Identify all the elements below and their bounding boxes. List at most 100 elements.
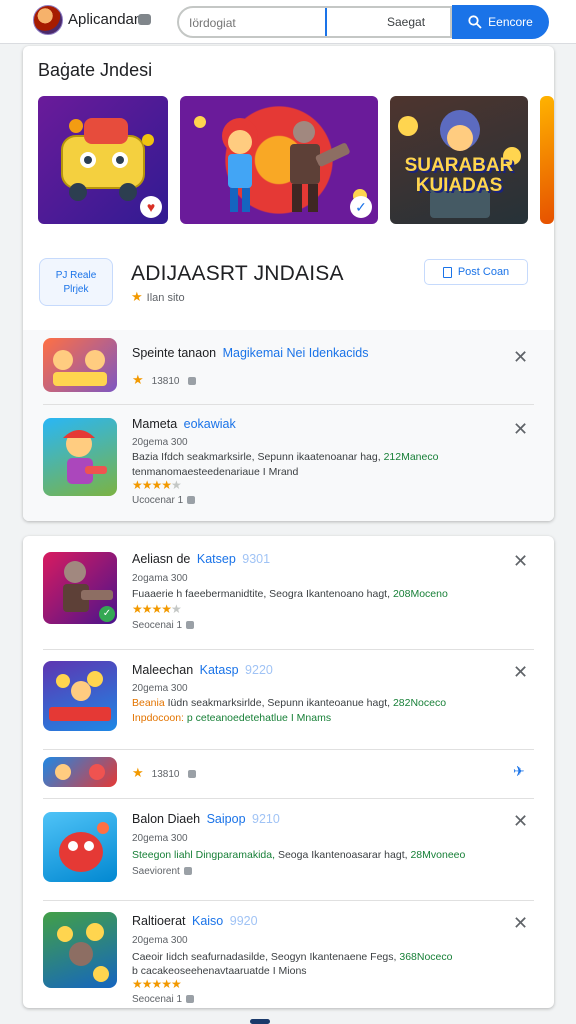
item-desc-highlight: 282Noceco <box>392 697 447 709</box>
pin-icon[interactable]: ✈ <box>513 763 525 780</box>
chat-icon[interactable] <box>138 14 151 25</box>
item-description-line2: b cacakeoseehenavtaaruatde I Mions <box>132 965 307 977</box>
carousel-thumb-3[interactable]: SUARABAR KUIADAS <box>390 96 528 224</box>
game-art-heroes <box>194 116 367 212</box>
item-description-line2: Inpdocoon: p ceteanoedetehatlue I Mnams <box>132 712 331 724</box>
tag-icon <box>183 867 192 876</box>
item-subtitle[interactable]: Magikemai Nei Idenkacids <box>223 346 369 360</box>
item-desc-highlight: 208Moceno <box>392 588 448 600</box>
item-desc-text: Iüdn seakmarksirlde, Sepunn ikanteoanue … <box>167 697 391 709</box>
item-name: Aeliasn de <box>132 552 191 566</box>
close-icon[interactable]: ✕ <box>513 420 528 438</box>
item-meta: Ucocenar 1 <box>132 495 196 506</box>
app-title: Aplicandan <box>68 11 143 28</box>
item-description: Beania Iüdn seakmarksirlde, Sepunn ikant… <box>132 697 446 709</box>
item-subtitle[interactable]: eokawiak <box>184 417 236 431</box>
section-title: Baġate Jndesi <box>38 60 153 80</box>
hero-rating: ★ Ilan sito <box>131 289 185 305</box>
star-icon: ★ <box>132 372 144 387</box>
item-caption: 20gema 300 <box>132 437 188 448</box>
star-rating: ★★★★★ <box>132 977 182 991</box>
tag-icon <box>186 621 195 630</box>
list-item[interactable]: Balon Diaeh Saipop 9210 20gema 300 Steeg… <box>23 798 554 900</box>
item-subtitle[interactable]: Kaiso <box>192 914 223 928</box>
document-icon <box>442 266 452 278</box>
search-bar[interactable]: Saegat <box>177 6 452 38</box>
item-name: Balon Diaeh <box>132 812 201 826</box>
featured-carousel[interactable]: ♥ ✓ SUARABAR KUIADAS <box>38 96 554 224</box>
item-extra: 9920 <box>229 914 258 928</box>
close-icon[interactable]: ✕ <box>513 663 528 681</box>
item-extra: 9220 <box>245 663 273 677</box>
item-name: Raltioerat <box>132 914 186 928</box>
search-button[interactable]: Eencore <box>452 5 549 39</box>
item-desc-label: Beania <box>132 697 165 709</box>
search-input[interactable] <box>189 14 319 32</box>
promo-label-line1: PJ Reale <box>55 270 97 281</box>
item-meta: Saeviorent <box>132 866 192 877</box>
item-subtitle[interactable]: Katasp <box>200 663 239 677</box>
featured-card: Baġate Jndesi ♥ ✓ SUARABAR KUIADAS PJ Re… <box>23 46 554 521</box>
camera-icon <box>188 770 197 779</box>
list-item[interactable]: ✓ Aeliasn de Katsep 9301 2ogama 300 Fuaa… <box>23 536 554 649</box>
item-subtitle[interactable]: Saipop <box>207 812 246 826</box>
item-title: Maleechan Katasp 9220 <box>132 663 273 677</box>
item-description: Fuaaerie h faeebermanidtite, Seogra Ikan… <box>132 588 448 600</box>
item-meta: Seocenai 1 <box>132 620 195 631</box>
tag-icon <box>187 496 196 505</box>
scroll-indicator[interactable] <box>250 1019 270 1024</box>
tag-icon <box>188 377 197 386</box>
list-item[interactable]: Raltioerat Kaiso 9920 20gema 300 Caeoir … <box>23 900 554 1008</box>
list-item[interactable]: Speinte tanaon Magikemai Nei Idenkacids … <box>23 330 554 404</box>
item-desc2-label: Inpdocoon: <box>132 712 184 724</box>
carousel-title-art: SUARABAR KUIADAS <box>404 155 514 196</box>
post-button-label: Post Coan <box>457 266 510 278</box>
carousel-thumb-1[interactable]: ♥ <box>38 96 168 224</box>
check-icon[interactable]: ✓ <box>350 196 372 218</box>
item-description-line2: tenmanomaesteedenariaue I Mrand <box>132 466 299 478</box>
promo-label-line2: Plrjek <box>63 284 89 295</box>
list-item[interactable]: Mameta eokawiak 20gema 300 Bazia Ifdch s… <box>23 404 554 521</box>
item-meta: Seocenai 1 <box>132 994 195 1005</box>
item-title: Balon Diaeh Saipop 9210 <box>132 812 280 826</box>
item-title: Raltioerat Kaiso 9920 <box>132 914 258 928</box>
top-app-bar: Aplicandan Saegat Eencore <box>0 0 576 44</box>
carousel-thumb-4[interactable] <box>540 96 554 224</box>
item-desc-label: Steegon liahl Dingparamakida, <box>132 849 276 861</box>
post-button[interactable]: Post Coan <box>424 259 528 285</box>
item-caption: 2ogama 300 <box>132 573 188 584</box>
item-meta: ★ 13810 <box>132 372 197 388</box>
item-desc-text: Seoga Ikantenoasarar hagt, <box>277 849 408 861</box>
item-desc-highlight: 212Maneco <box>383 451 439 463</box>
app-icon <box>43 338 117 392</box>
card1-list: Speinte tanaon Magikemai Nei Idenkacids … <box>23 330 554 521</box>
item-caption: 20gema 300 <box>132 935 188 946</box>
app-icon <box>43 418 117 496</box>
app-icon <box>43 812 117 882</box>
close-icon[interactable]: ✕ <box>513 914 528 932</box>
hero-rating-text: Ilan sito <box>146 292 185 304</box>
item-subtitle[interactable]: Katsep <box>197 552 236 566</box>
close-icon[interactable]: ✕ <box>513 552 528 570</box>
carousel-thumb-2[interactable]: ✓ <box>180 96 378 224</box>
item-description: Bazia Ifdch seakmarksirle, Sepunn ikaate… <box>132 451 438 463</box>
list-item[interactable]: ★ 13810 ✈ <box>23 749 554 798</box>
search-scope-label[interactable]: Saegat <box>387 15 425 29</box>
star-rating: ★★★★★ <box>132 478 182 492</box>
item-title: Aeliasn de Katsep 9301 <box>132 552 270 566</box>
item-desc-highlight: 368Noceco <box>399 951 453 963</box>
app-logo[interactable] <box>33 5 63 35</box>
item-name: Maleechan <box>132 663 194 677</box>
close-icon[interactable]: ✕ <box>513 348 528 366</box>
star-icon: ★ <box>131 289 143 304</box>
promo-button[interactable]: PJ Reale Plrjek <box>39 258 113 306</box>
app-icon <box>43 912 117 988</box>
item-extra: 9301 <box>242 552 271 566</box>
close-icon[interactable]: ✕ <box>513 812 528 830</box>
hero-title: ADIJAASRT JNDAISA <box>131 262 344 285</box>
list-item[interactable]: Maleechan Katasp 9220 20gema 300 Beania … <box>23 649 554 749</box>
app-icon: ✓ <box>43 552 117 624</box>
item-desc2-text: p ceteanoedetehatlue I Mnams <box>186 712 332 724</box>
item-desc-text: Caeoir Iidch seafurnadasilde, Seogyn Ika… <box>132 951 397 963</box>
heart-icon[interactable]: ♥ <box>140 196 162 218</box>
